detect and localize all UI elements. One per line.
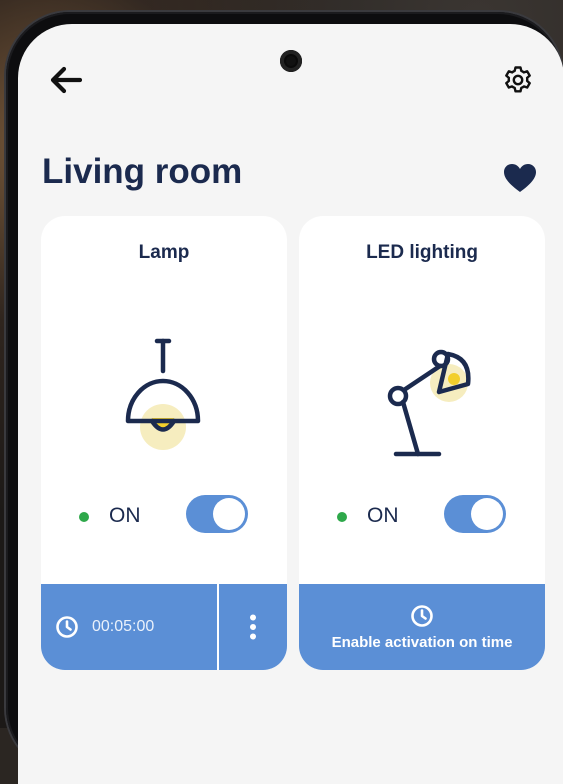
toggle-knob xyxy=(471,498,503,530)
phone-frame: Living room Lamp ON xyxy=(6,12,562,772)
toggle-knob xyxy=(213,498,245,530)
app-screen: Living room Lamp ON xyxy=(18,24,563,784)
device-name: LED lighting xyxy=(299,242,545,264)
power-toggle[interactable] xyxy=(444,495,506,533)
card-footer: Enable activation on time xyxy=(299,584,545,670)
heart-icon xyxy=(503,163,537,193)
clock-icon xyxy=(410,604,434,628)
timer-value: 00:05:00 xyxy=(92,618,154,636)
status-indicator xyxy=(337,512,347,522)
device-name: Lamp xyxy=(41,242,287,264)
front-camera xyxy=(280,50,302,72)
favorite-button[interactable] xyxy=(502,160,538,196)
status-indicator xyxy=(79,512,89,522)
desk-lamp-icon xyxy=(322,326,522,466)
settings-button[interactable] xyxy=(498,60,538,100)
device-card-lamp: Lamp ON xyxy=(41,216,287,670)
power-toggle[interactable] xyxy=(186,495,248,533)
device-card-led-lighting: LED lighting ON xyxy=(299,216,545,670)
more-vertical-icon xyxy=(249,614,257,640)
arrow-left-icon xyxy=(50,66,82,94)
status-text: ON xyxy=(109,504,141,528)
clock-icon xyxy=(55,615,79,639)
card-footer: 00:05:00 xyxy=(41,584,287,670)
room-title: Living room xyxy=(42,152,242,192)
status-text: ON xyxy=(367,504,399,528)
more-options-button[interactable] xyxy=(219,584,287,670)
enable-activation-label: Enable activation on time xyxy=(332,634,513,651)
enable-activation-button[interactable]: Enable activation on time xyxy=(299,584,545,670)
back-button[interactable] xyxy=(46,60,86,100)
gear-icon xyxy=(503,65,533,95)
timer-button[interactable]: 00:05:00 xyxy=(41,584,217,670)
pendant-lamp-icon xyxy=(64,326,264,466)
